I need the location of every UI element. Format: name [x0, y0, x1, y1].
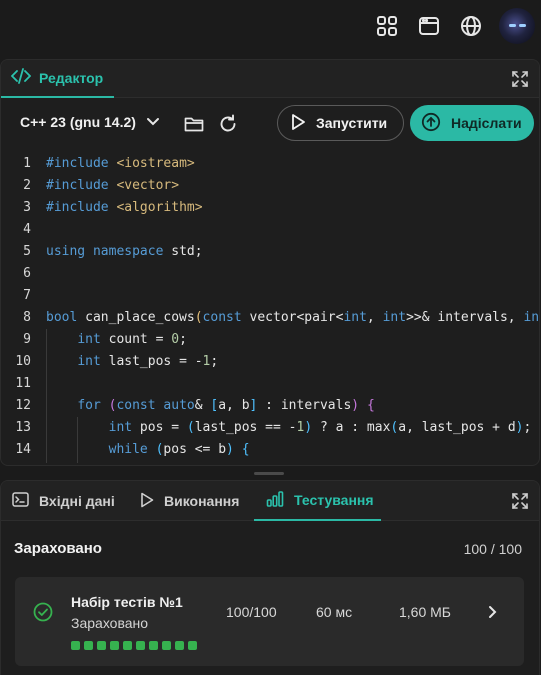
editor-toolbar: C++ 23 (gnu 14.2) Запустити Надіслати	[1, 100, 539, 148]
bar-chart-icon	[266, 490, 284, 510]
code-text: int pos = (last_pos == -1) ? a : max(a, …	[108, 420, 532, 435]
code-line[interactable]: 6	[1, 263, 539, 285]
line-number: 10	[15, 354, 31, 369]
code-line[interactable]: 11	[1, 373, 539, 395]
testset-status: Зараховано	[71, 615, 149, 631]
line-number: 12	[15, 398, 31, 413]
run-button-label: Запустити	[316, 115, 388, 131]
chevron-down-icon	[146, 114, 160, 130]
code-line[interactable]: 14 while (pos <= b) {	[1, 439, 539, 461]
code-line[interactable]: 10 int last_pos = -1;	[1, 351, 539, 373]
code-text: using namespace std;	[46, 244, 203, 259]
folder-icon[interactable]	[183, 113, 205, 135]
line-number: 11	[15, 376, 31, 391]
language-label: C++ 23 (gnu 14.2)	[20, 114, 136, 130]
expand-icon[interactable]	[511, 70, 529, 88]
code-line[interactable]: 13 int pos = (last_pos == -1) ? a : max(…	[1, 417, 539, 439]
code-text: #include <algorithm>	[46, 200, 203, 215]
chevron-right-icon[interactable]	[486, 604, 500, 620]
code-line[interactable]: 2 #include <vector>	[1, 175, 539, 197]
code-line[interactable]: 1 #include <iostream>	[1, 153, 539, 175]
code-line[interactable]: 4	[1, 219, 539, 241]
code-line[interactable]: 7	[1, 285, 539, 307]
code-text: for (const auto& [a, b] : intervals) {	[77, 398, 375, 413]
code-text: #include <vector>	[46, 178, 180, 193]
line-number: 14	[15, 442, 31, 457]
testset-memory: 1,60 МБ	[399, 604, 451, 620]
line-number: 5	[23, 244, 31, 259]
code-line[interactable]: 8 bool can_place_cows(const vector<pair<i…	[1, 307, 539, 329]
run-button[interactable]: Запустити	[277, 105, 404, 141]
editor-header: Редактор	[1, 60, 539, 98]
code-line[interactable]: 3 #include <algorithm>	[1, 197, 539, 219]
test-passed-dot[interactable]	[123, 641, 132, 650]
test-passed-dot[interactable]	[136, 641, 145, 650]
test-passed-dot[interactable]	[149, 641, 158, 650]
code-text: int last_pos = -1;	[77, 354, 219, 369]
grid-icon[interactable]	[374, 13, 400, 39]
code-text: #include <iostream>	[46, 156, 195, 171]
bottom-panel: Вхідні дані Виконання Тестування Зарахов…	[0, 480, 540, 675]
editor-tab-label: Редактор	[39, 70, 104, 86]
result-score: 100 / 100	[463, 541, 522, 557]
submit-button-label: Надіслати	[451, 115, 522, 131]
language-select[interactable]: C++ 23 (gnu 14.2)	[20, 114, 160, 130]
tab-input-label: Вхідні дані	[39, 493, 115, 509]
check-circle-icon	[33, 602, 53, 622]
tab-input[interactable]: Вхідні дані	[12, 481, 115, 521]
line-number: 1	[23, 156, 31, 171]
test-passed-dot[interactable]	[162, 641, 171, 650]
testset-time: 60 мс	[316, 604, 353, 620]
test-passed-dot[interactable]	[71, 641, 80, 650]
top-bar	[0, 0, 541, 54]
test-passed-dot[interactable]	[188, 641, 197, 650]
code-icon	[10, 67, 32, 89]
refresh-icon[interactable]	[217, 113, 239, 135]
submit-button[interactable]: Надіслати	[410, 105, 534, 141]
testset-name: Набір тестів №1	[71, 594, 183, 610]
play-icon	[140, 492, 154, 511]
test-passed-dot[interactable]	[110, 641, 119, 650]
testset-card[interactable]: Набір тестів №1 Зараховано 100/100 60 мс…	[15, 577, 524, 666]
play-icon	[290, 113, 306, 134]
testset-score: 100/100	[226, 604, 277, 620]
tab-testing-label: Тестування	[294, 492, 374, 508]
terminal-icon	[12, 492, 29, 510]
avatar[interactable]	[499, 8, 535, 44]
code-text: int count = 0;	[77, 332, 187, 347]
line-number: 9	[23, 332, 31, 347]
editor-panel: Редактор C++ 23 (gnu 14.2) Запустити Над…	[0, 59, 540, 466]
browser-window-icon[interactable]	[416, 13, 442, 39]
line-number: 8	[23, 310, 31, 325]
tab-execution-label: Виконання	[164, 493, 240, 509]
code-line[interactable]: 9 int count = 0;	[1, 329, 539, 351]
line-number: 2	[23, 178, 31, 193]
panel-resize-handle[interactable]	[254, 472, 284, 475]
code-editor[interactable]: 1 #include <iostream> 2 #include <vector> 3 #…	[1, 153, 539, 463]
upload-icon	[421, 112, 441, 135]
test-passed-dot[interactable]	[175, 641, 184, 650]
code-line[interactable]: 5 using namespace std;	[1, 241, 539, 263]
globe-icon[interactable]	[458, 13, 484, 39]
line-number: 3	[23, 200, 31, 215]
result-title: Зараховано	[14, 540, 102, 557]
line-number: 7	[23, 288, 31, 303]
code-text: while (pos <= b) {	[108, 442, 250, 457]
code-line[interactable]: 12 for (const auto& [a, b] : intervals) …	[1, 395, 539, 417]
tab-editor[interactable]: Редактор	[1, 60, 114, 98]
test-passed-dot[interactable]	[84, 641, 93, 650]
test-passed-dot[interactable]	[97, 641, 106, 650]
expand-icon[interactable]	[511, 492, 529, 510]
line-number: 4	[23, 222, 31, 237]
line-number: 6	[23, 266, 31, 281]
test-results	[71, 641, 197, 650]
tab-execution[interactable]: Виконання	[140, 481, 239, 521]
tab-testing[interactable]: Тестування	[254, 481, 381, 521]
code-text: bool can_place_cows(const vector<pair<in…	[46, 310, 539, 325]
bottom-tabs: Вхідні дані Виконання Тестування	[1, 481, 539, 521]
line-number: 13	[15, 420, 31, 435]
